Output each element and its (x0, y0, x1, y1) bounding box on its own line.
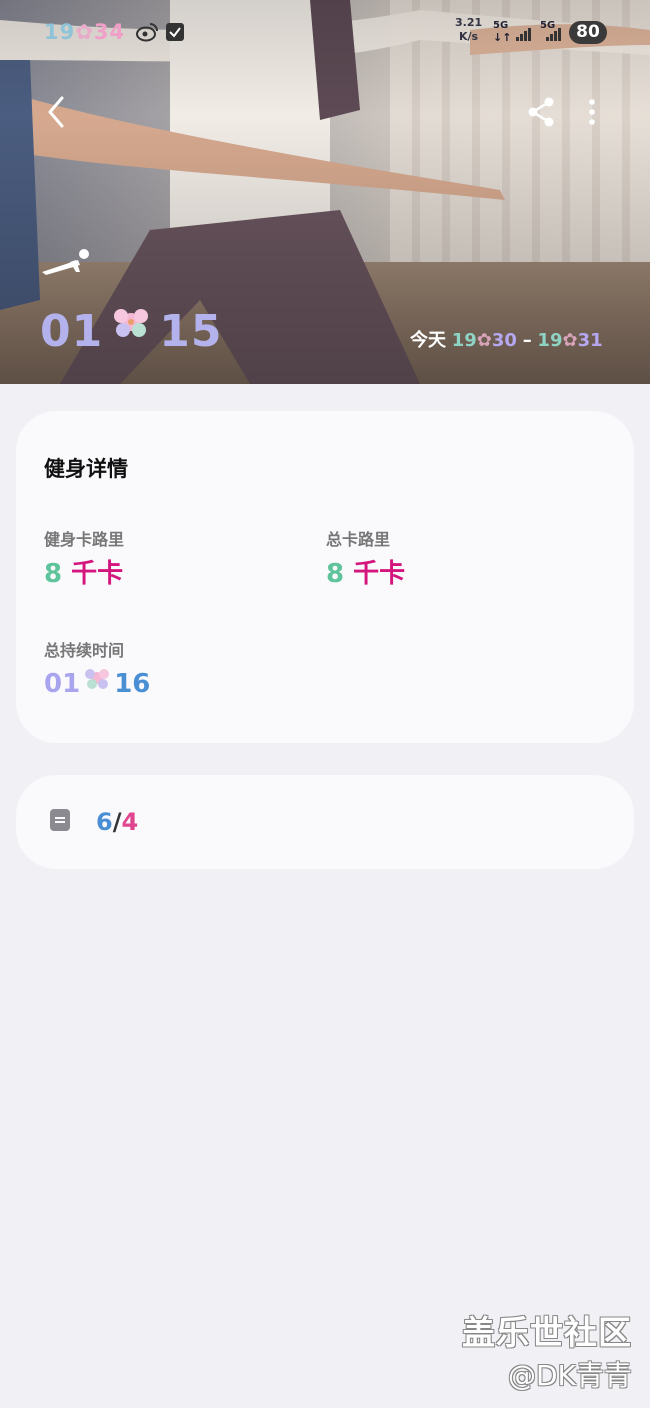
watermark-author: @DK青青 (508, 1359, 632, 1392)
status-time: 19✿34 (44, 20, 126, 44)
end-minute: 31 (577, 330, 603, 351)
start-hour: 19 (451, 330, 477, 351)
workout-calories: 8 千卡 (44, 553, 123, 590)
today-label: 今天 (410, 330, 446, 351)
network-speed-unit: K/s (459, 30, 479, 43)
duration-hours: 01 (40, 306, 104, 357)
back-button[interactable] (40, 92, 76, 132)
notes-card[interactable]: 6/4 (16, 775, 634, 869)
network-type-1: 5G ↓↑ (493, 20, 512, 44)
note-count-b: 4 (121, 808, 139, 836)
total-calories-value: 8 (326, 559, 345, 589)
duration-minutes: 15 (159, 306, 223, 357)
flower-separator-icon (80, 669, 114, 699)
network-speed-value: 3.21 (455, 16, 483, 29)
network-speed: 3.21 K/s (455, 16, 482, 44)
signal-icon-1 (516, 28, 531, 41)
workout-calories-value: 8 (44, 559, 63, 589)
details-title: 健身详情 (44, 457, 128, 481)
flower-separator-icon (103, 300, 159, 357)
total-calories-unit: 千卡 (353, 559, 406, 589)
note-count-a: 6 (96, 808, 113, 836)
status-time-hour: 19 (44, 20, 76, 44)
workout-hero-image: 19✿34 3.21 K/s 5G ↓↑ 5G 80 01 15 今天 19✿3… (0, 0, 650, 384)
end-hour: 19 (537, 330, 563, 351)
workout-calories-label: 健身卡路里 (44, 530, 125, 549)
share-icon (528, 97, 554, 127)
checkbox-notification-icon (166, 23, 184, 41)
workout-calories-unit: 千卡 (71, 559, 124, 589)
note-count: 6/4 (96, 808, 138, 836)
more-options-button[interactable] (582, 96, 602, 130)
total-calories: 8 千卡 (326, 553, 405, 590)
total-calories-label: 总卡路里 (326, 530, 391, 549)
chevron-left-icon (48, 96, 64, 128)
weibo-icon (136, 23, 158, 42)
total-duration-hours: 01 (44, 669, 81, 699)
plank-icon (42, 249, 89, 275)
workout-details-card: 健身详情 健身卡路里 8 千卡 总卡路里 8 千卡 总持续时间 01 16 (16, 411, 634, 743)
workout-duration: 01 15 (40, 300, 222, 357)
more-vertical-icon (589, 99, 595, 125)
status-bar: 19✿34 3.21 K/s 5G ↓↑ 5G 80 (0, 14, 650, 50)
total-duration: 01 16 (44, 664, 150, 699)
signal-icon-2 (546, 28, 561, 41)
battery-indicator: 80 (569, 21, 607, 44)
share-button[interactable] (524, 94, 558, 130)
time-range-dash: – (522, 330, 532, 351)
status-time-minute: 34 (93, 20, 126, 44)
start-minute: 30 (491, 330, 517, 351)
total-duration-minutes: 16 (114, 669, 151, 699)
workout-time-range: 今天 19✿30 – 19✿31 (410, 330, 603, 351)
total-duration-label: 总持续时间 (44, 641, 125, 660)
note-icon (50, 809, 70, 831)
watermark-community: 盖乐世社区 (462, 1313, 632, 1352)
